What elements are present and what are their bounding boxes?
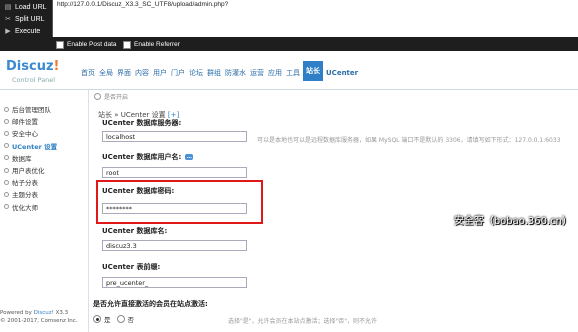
sidebar-item[interactable]: 优化大师 — [4, 202, 38, 212]
hackbar-menu: ▤ Load URL ✂ Split URL ▶ Execute — [0, 0, 52, 38]
enable-referrer-label: Enable Referrer — [134, 41, 180, 48]
sidebar-item-label: 安全中心 — [12, 130, 38, 139]
hackbar: ▤ Load URL ✂ Split URL ▶ Execute http://… — [0, 0, 578, 38]
nav-item[interactable]: 全局 — [98, 65, 114, 81]
activate-hint: 选择"是"，允许会员在本站点激活；选择"否"，则不允许 — [228, 318, 378, 325]
db-name-input[interactable]: discuz3.3 — [102, 240, 247, 251]
activate-radio-group: 是 否 — [93, 314, 134, 324]
sidebar: Powered by Discuz! X3.3 © 2001-2017, Com… — [0, 90, 89, 332]
bullet-icon — [4, 191, 9, 197]
db-server-hint: 可以是本地也可以是远程数据库服务器，如果 MySQL 端口不是默认的 3306，… — [257, 137, 561, 144]
nav-item[interactable]: 用户 — [152, 65, 168, 81]
sidebar-item[interactable]: 后台管理团队 — [4, 104, 51, 114]
enable-post-data-label: Enable Post data — [67, 41, 117, 48]
split-url-button[interactable]: ✂ Split URL — [4, 13, 45, 25]
sidebar-item[interactable]: 安全中心 — [4, 128, 38, 138]
db-password-label: UCenter 数据库密码: — [102, 187, 175, 195]
admin-header: Discuz! Control Panel 首页 全局 界面 内容 用户 门户 论坛 群组 防灌… — [0, 51, 578, 90]
nav-item[interactable]: 论坛 — [188, 65, 204, 81]
sidebar-footer: Powered by Discuz! X3.3 © 2001-2017, Com… — [0, 310, 78, 324]
nav-item[interactable]: 门户 — [170, 65, 186, 81]
radio-yes[interactable] — [93, 315, 101, 323]
nav-item[interactable]: 应用 — [267, 65, 283, 81]
load-url-label: Load URL — [15, 3, 47, 11]
split-url-label: Split URL — [15, 15, 45, 23]
execute-icon: ▶ — [5, 28, 11, 35]
table-prefix-input[interactable]: pre_ucenter_ — [102, 277, 247, 288]
execute-button[interactable]: ▶ Execute — [4, 25, 40, 37]
chat-icon[interactable]: … — [185, 154, 194, 160]
sidebar-item-label: 用户表优化 — [12, 167, 45, 175]
sidebar-item-label: 主题分表 — [12, 191, 38, 200]
table-prefix-label: UCenter 表前缀: — [102, 263, 161, 271]
checkbox-box[interactable] — [123, 40, 131, 49]
nav-item[interactable]: 群组 — [206, 65, 222, 81]
activate-label: 是否允许直接激活的会员在站点激活: — [93, 300, 208, 308]
db-name-label: UCenter 数据库名: — [102, 227, 168, 235]
watermark: 安全客（bobao.360.cn） — [453, 216, 572, 227]
db-password-input[interactable]: ******** — [102, 203, 247, 214]
radio-no[interactable] — [116, 315, 125, 323]
bullet-icon — [4, 179, 9, 185]
enable-referrer-checkbox[interactable]: Enable Referrer — [123, 40, 180, 49]
sidebar-item[interactable]: 邮件设置 — [4, 116, 38, 126]
main-content: 是否开启 站长 » UCenter 设置 [+] UCenter 数据库服务器:… — [89, 90, 578, 332]
bullet-icon — [4, 204, 9, 210]
sidebar-item[interactable]: 帖子分表 — [4, 177, 38, 187]
discuz-logo: Discuz! Control Panel — [6, 59, 60, 84]
bullet-icon — [4, 130, 9, 136]
bullet-icon — [4, 118, 9, 124]
nav-item[interactable]: 首页 — [80, 65, 96, 81]
nav-item[interactable]: 运营 — [249, 65, 265, 81]
sidebar-item-label: 邮件设置 — [12, 118, 38, 127]
db-user-label: UCenter 数据库用户名: … — [102, 153, 194, 161]
sidebar-item[interactable]: 用户表优化 — [4, 165, 45, 175]
sidebar-item-label: 帖子分表 — [12, 179, 38, 188]
load-icon: ▤ — [4, 4, 12, 11]
execute-label: Execute — [15, 27, 41, 35]
nav-item[interactable]: 站长 — [303, 61, 323, 81]
db-server-input[interactable]: localhost — [102, 131, 247, 142]
nav-item[interactable]: 界面 — [116, 65, 132, 81]
db-server-label: UCenter 数据库服务器: — [102, 119, 182, 127]
bullet-icon — [4, 167, 9, 173]
sidebar-item[interactable]: 数据库 — [4, 153, 32, 163]
sidebar-item-label: 后台管理团队 — [12, 106, 51, 114]
url-text: http://127.0.0.1/Discuz_X3.3_SC_UTF8/upl… — [57, 1, 229, 8]
nav-item[interactable]: UCenter — [325, 65, 359, 81]
bullet-icon — [4, 143, 9, 149]
nav-item[interactable]: 防灌水 — [224, 65, 247, 81]
top-nav: 首页 全局 界面 内容 用户 门户 论坛 群组 防灌水 运营 应用 工具 站长 UCenter — [80, 61, 361, 81]
nav-item[interactable]: 内容 — [134, 65, 150, 81]
db-user-input[interactable]: root — [102, 167, 247, 178]
sidebar-item-label: 优化大师 — [12, 203, 38, 212]
previous-option: 是否开启 — [94, 92, 128, 101]
split-icon: ✂ — [5, 16, 11, 23]
logo-subtitle: Control Panel — [12, 76, 56, 84]
enable-post-data-checkbox[interactable]: Enable Post data — [56, 40, 117, 49]
url-textarea[interactable]: http://127.0.0.1/Discuz_X3.3_SC_UTF8/upl… — [52, 0, 578, 37]
bullet-icon — [4, 155, 9, 161]
sidebar-item[interactable]: 主题分表 — [4, 189, 38, 199]
sidebar-item-label: 数据库 — [12, 154, 32, 163]
hackbar-options: Enable Post data Enable Referrer — [0, 38, 578, 51]
sidebar-item[interactable]: UCenter 设置 — [4, 141, 57, 151]
radio-button[interactable] — [94, 93, 101, 100]
nav-item[interactable]: 工具 — [285, 65, 301, 81]
load-url-button[interactable]: ▤ Load URL — [4, 1, 47, 13]
bullet-icon — [4, 106, 9, 112]
sidebar-item-label: UCenter 设置 — [12, 142, 58, 151]
logo-brand: Discuz! — [6, 59, 60, 74]
checkbox-box[interactable] — [56, 40, 64, 49]
